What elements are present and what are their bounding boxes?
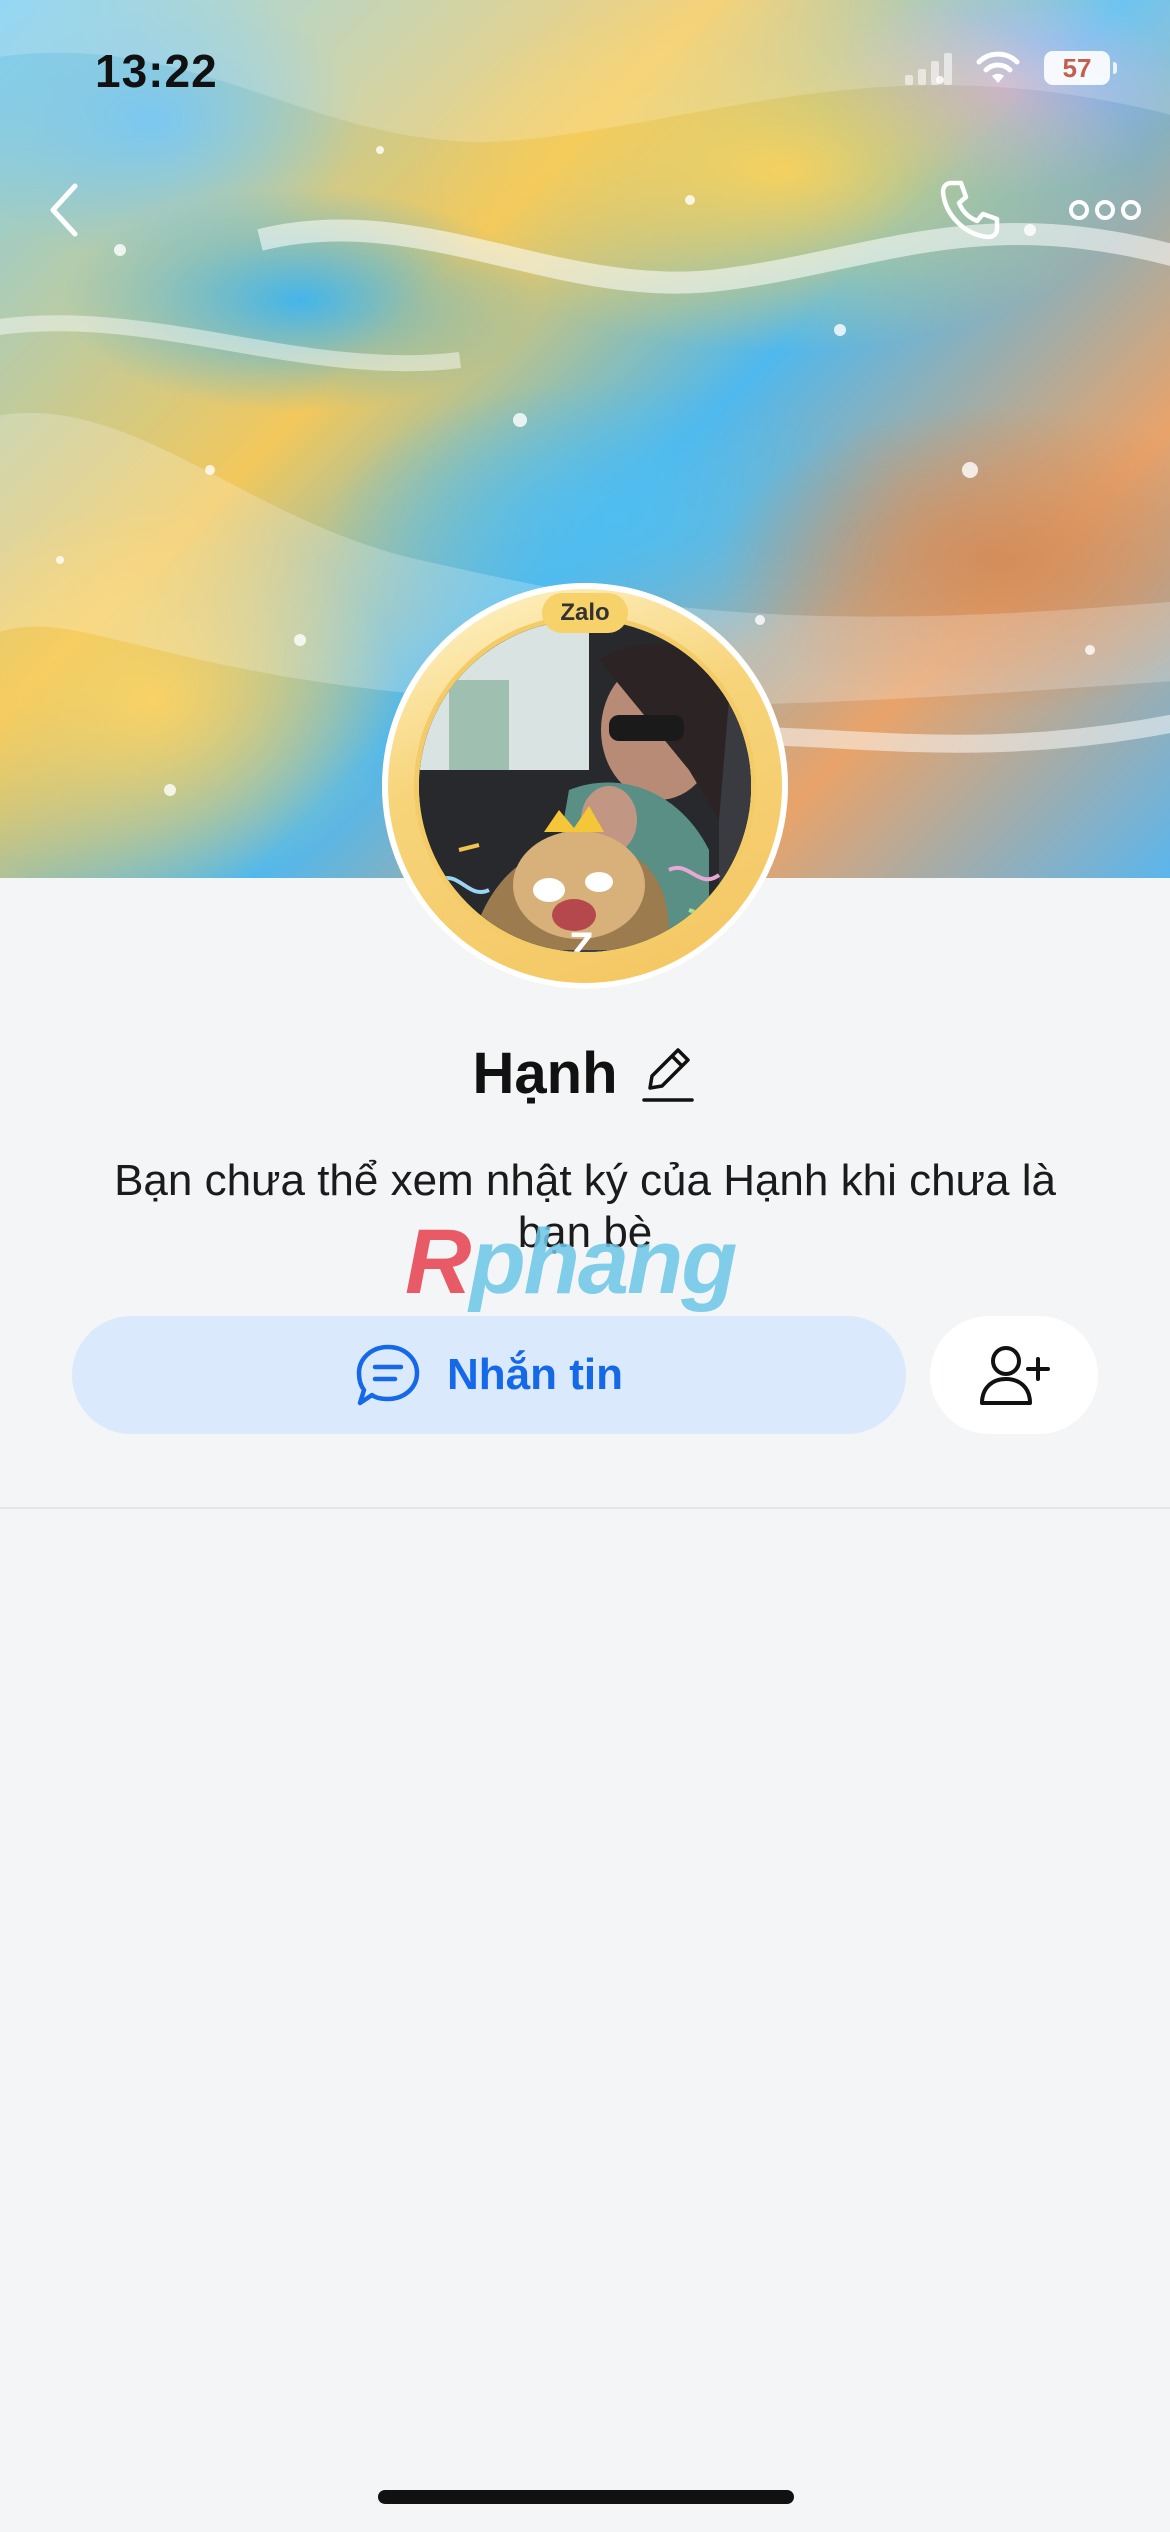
add-friend-icon bbox=[980, 1346, 1050, 1405]
watermark-part-1: R bbox=[405, 1211, 471, 1313]
profile-screen: 13:22 57 Z Zalo Hạnh Bạn chưa thể xem nh… bbox=[0, 0, 1170, 2532]
wifi-icon bbox=[976, 51, 1020, 83]
name-row: Hạnh bbox=[0, 1040, 1170, 1107]
avatar-frame[interactable]: Z Zalo bbox=[382, 583, 788, 989]
chevron-left-icon bbox=[50, 183, 78, 237]
profile-name: Hạnh bbox=[472, 1041, 618, 1106]
status-icons: 57 bbox=[905, 50, 1117, 86]
watermark-logo: Rphang bbox=[405, 1210, 737, 1315]
chat-bubble-icon bbox=[356, 1344, 420, 1406]
home-indicator[interactable] bbox=[378, 2490, 794, 2504]
add-friend-button[interactable] bbox=[930, 1316, 1098, 1434]
avatar[interactable]: Z bbox=[414, 615, 756, 957]
battery-indicator: 57 bbox=[1044, 51, 1117, 85]
zalo-badge: Zalo bbox=[542, 593, 628, 633]
phone-icon bbox=[940, 180, 1000, 240]
cellular-signal-icon bbox=[905, 51, 952, 85]
avatar-photo: Z bbox=[419, 620, 751, 957]
pencil-icon bbox=[641, 1047, 694, 1102]
message-button-label: Nhắn tin bbox=[447, 1350, 623, 1399]
watermark-part-2: phang bbox=[469, 1211, 737, 1313]
back-button[interactable] bbox=[20, 170, 110, 250]
edit-name-button[interactable] bbox=[638, 1042, 698, 1106]
more-button[interactable] bbox=[1060, 170, 1150, 250]
message-button[interactable]: Nhắn tin bbox=[72, 1316, 906, 1434]
more-dots-icon bbox=[1069, 200, 1141, 220]
status-time: 13:22 bbox=[95, 45, 218, 97]
svg-text:Z: Z bbox=[569, 925, 593, 957]
call-button[interactable] bbox=[925, 170, 1015, 250]
section-divider bbox=[0, 1507, 1170, 1509]
